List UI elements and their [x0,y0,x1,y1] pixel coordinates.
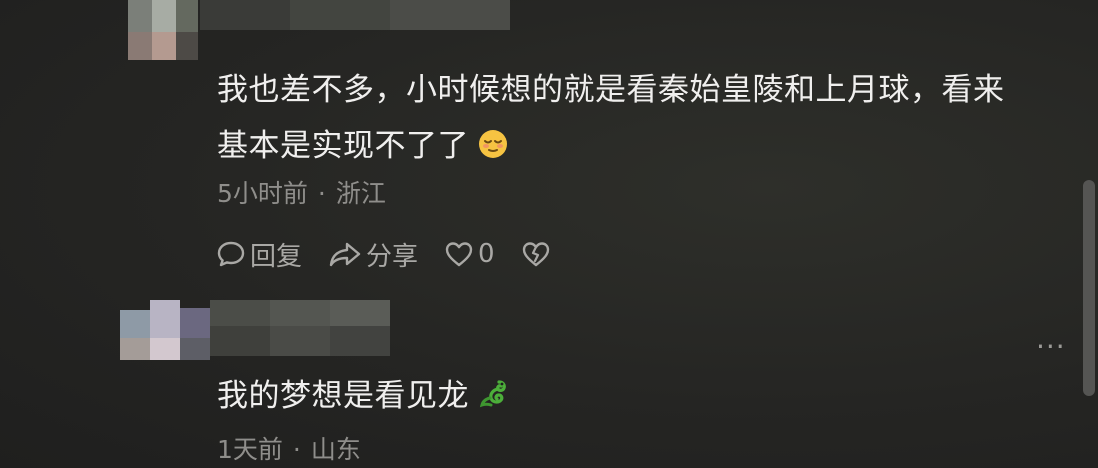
dragon-emoji-icon [477,372,511,428]
share-label: 分享 [366,241,419,272]
comment-1-meta: 5小时前 · 浙江 [217,174,386,210]
comment-bubble-icon [216,239,246,269]
comment-1-actions: 回复 分享 0 [216,234,577,274]
reply-button[interactable]: 回复 [216,236,302,273]
heart-icon [444,240,474,268]
comment-1-line-1: 我也差不多，小时候想的就是看秦始皇陵和上月球，看来 [217,72,1005,108]
share-button[interactable]: 分享 [328,236,418,273]
share-arrow-icon [328,239,362,269]
meta-separator: · [317,179,326,208]
comment-2-text: 我的梦想是看见龙 [217,368,511,428]
comment-1-location: 浙江 [335,179,386,208]
avatar-top-mosaic[interactable] [128,0,198,62]
comment-thread: 我也差不多，小时候想的就是看秦始皇陵和上月球，看来 基本是实现不了了 5小时前 ·… [0,0,1098,468]
comment-2-location: 山东 [310,435,361,464]
like-count: 0 [478,239,495,269]
comment-2-meta: 1天前 · 山东 [217,430,361,466]
reply-label: 回复 [250,241,303,272]
username-second-mosaic[interactable] [210,300,390,356]
scrollbar-thumb[interactable] [1083,180,1095,396]
relieved-face-emoji-icon [477,122,509,178]
comment-1-line-2: 基本是实现不了了 [217,118,1005,178]
dislike-button[interactable] [521,240,551,268]
username-top-mosaic[interactable] [200,0,510,30]
broken-heart-icon [521,240,551,268]
meta-separator: · [292,435,301,464]
comment-1-time: 5小时前 [217,179,308,208]
like-button[interactable]: 0 [444,239,495,269]
avatar-second-mosaic[interactable] [120,300,210,360]
comment-1-text: 我也差不多，小时候想的就是看秦始皇陵和上月球，看来 基本是实现不了了 [217,62,1005,178]
more-options-button[interactable]: ··· [1036,330,1066,363]
comment-2-time: 1天前 [217,435,283,464]
